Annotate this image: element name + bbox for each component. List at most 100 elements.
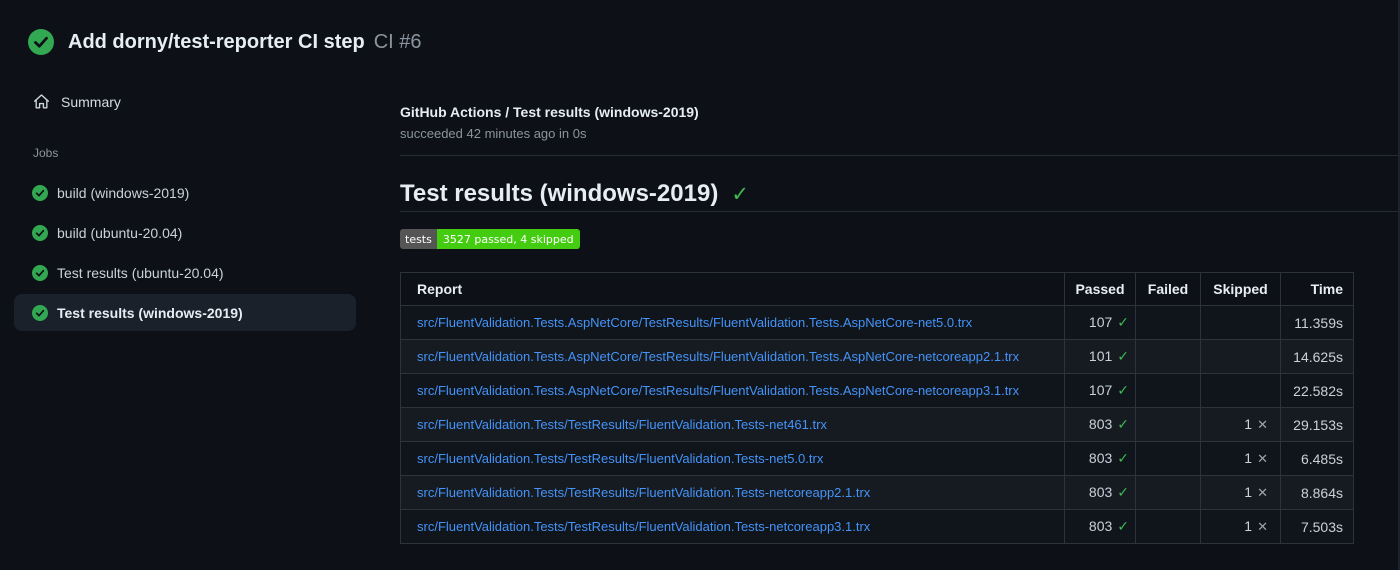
skipped-cell: 1 ✕: [1200, 407, 1281, 442]
check-circle-icon: [32, 224, 48, 241]
failed-cell: [1135, 339, 1201, 374]
check-icon: ✓: [1117, 450, 1129, 466]
column-header-skipped: Skipped: [1200, 272, 1281, 306]
sidebar-item-summary[interactable]: Summary: [33, 93, 121, 110]
cross-icon: ✕: [1257, 519, 1268, 534]
job-label: build (ubuntu-20.04): [57, 224, 183, 241]
check-run-page: Add dorny/test-reporter CI step CI #6 Sum…: [0, 0, 1400, 570]
report-cell: src/FluentValidation.Tests/TestResults/F…: [400, 441, 1065, 476]
report-link[interactable]: src/FluentValidation.Tests.AspNetCore/Te…: [417, 349, 1019, 364]
passed-cell: 107 ✓: [1064, 373, 1136, 408]
time-cell: 22.582s: [1280, 373, 1354, 408]
passed-cell: 803 ✓: [1064, 441, 1136, 476]
run-number: CI #6: [373, 30, 422, 53]
table-row: src/FluentValidation.Tests/TestResults/F…: [400, 407, 1354, 442]
skipped-count: 1: [1244, 450, 1253, 466]
failed-cell: [1135, 475, 1201, 510]
check-icon: ✓: [1117, 348, 1129, 364]
check-name: GitHub Actions / Test results (windows-2…: [400, 104, 699, 120]
report-link[interactable]: src/FluentValidation.Tests/TestResults/F…: [417, 417, 827, 432]
passed-count: 803: [1088, 484, 1113, 500]
column-header-time: Time: [1280, 272, 1354, 306]
passed-cell: 107 ✓: [1064, 305, 1136, 340]
tests-badge: tests 3527 passed, 4 skipped: [400, 229, 580, 249]
passed-cell: 101 ✓: [1064, 339, 1136, 374]
table-header-row: Report Passed Failed Skipped Time: [400, 272, 1354, 306]
report-link[interactable]: src/FluentValidation.Tests/TestResults/F…: [417, 451, 823, 466]
report-cell: src/FluentValidation.Tests/TestResults/F…: [400, 509, 1065, 544]
report-link[interactable]: src/FluentValidation.Tests.AspNetCore/Te…: [417, 315, 972, 330]
check-icon: ✓: [1117, 518, 1129, 534]
section-title-row: Test results (windows-2019) ✓: [400, 180, 749, 208]
check-circle-icon: [32, 264, 48, 281]
check-icon: ✓: [1117, 484, 1129, 500]
passed-count: 803: [1088, 416, 1113, 432]
check-circle-icon: [32, 184, 48, 201]
sidebar-item-test-results-windows[interactable]: Test results (windows-2019): [14, 294, 356, 331]
check-circle-icon: [32, 304, 48, 321]
report-cell: src/FluentValidation.Tests/TestResults/F…: [400, 407, 1065, 442]
skipped-cell: [1200, 339, 1281, 374]
time-cell: 7.503s: [1280, 509, 1354, 544]
sidebar-item-build-windows[interactable]: build (windows-2019): [14, 174, 356, 211]
time-cell: 8.864s: [1280, 475, 1354, 510]
time-cell: 11.359s: [1280, 305, 1354, 340]
sidebar-item-test-results-ubuntu[interactable]: Test results (ubuntu-20.04): [14, 254, 356, 291]
failed-cell: [1135, 305, 1201, 340]
table-row: src/FluentValidation.Tests.AspNetCore/Te…: [400, 305, 1354, 340]
skipped-cell: 1 ✕: [1200, 475, 1281, 510]
table-row: src/FluentValidation.Tests.AspNetCore/Te…: [400, 373, 1354, 408]
table-row: src/FluentValidation.Tests/TestResults/F…: [400, 509, 1354, 544]
run-header: Add dorny/test-reporter CI step CI #6: [28, 29, 422, 55]
failed-cell: [1135, 373, 1201, 408]
skipped-cell: [1200, 373, 1281, 408]
cross-icon: ✕: [1257, 451, 1268, 466]
job-label: Test results (ubuntu-20.04): [57, 264, 224, 281]
skipped-count: 1: [1244, 484, 1253, 500]
failed-cell: [1135, 509, 1201, 544]
column-header-report: Report: [400, 272, 1065, 306]
divider: [400, 211, 1400, 212]
jobs-heading: Jobs: [33, 146, 59, 160]
badge-value: 3527 passed, 4 skipped: [436, 229, 580, 249]
passed-count: 803: [1088, 450, 1113, 466]
check-icon: ✓: [731, 182, 749, 206]
failed-cell: [1135, 407, 1201, 442]
report-cell: src/FluentValidation.Tests.AspNetCore/Te…: [400, 339, 1065, 374]
time-cell: 14.625s: [1280, 339, 1354, 374]
table-row: src/FluentValidation.Tests.AspNetCore/Te…: [400, 339, 1354, 374]
skipped-cell: 1 ✕: [1200, 509, 1281, 544]
failed-cell: [1135, 441, 1201, 476]
check-circle-icon: [28, 29, 54, 55]
passed-cell: 803 ✓: [1064, 407, 1136, 442]
table-row: src/FluentValidation.Tests/TestResults/F…: [400, 475, 1354, 510]
report-cell: src/FluentValidation.Tests.AspNetCore/Te…: [400, 305, 1065, 340]
skipped-cell: [1200, 305, 1281, 340]
summary-label: Summary: [61, 93, 121, 110]
section-title: Test results (windows-2019): [400, 180, 719, 207]
column-header-failed: Failed: [1135, 272, 1201, 306]
report-link[interactable]: src/FluentValidation.Tests/TestResults/F…: [417, 519, 870, 534]
cross-icon: ✕: [1257, 417, 1268, 432]
column-header-passed: Passed: [1064, 272, 1136, 306]
check-icon: ✓: [1117, 314, 1129, 330]
run-title: Add dorny/test-reporter CI step: [68, 30, 365, 53]
job-label: build (windows-2019): [57, 184, 190, 201]
passed-cell: 803 ✓: [1064, 475, 1136, 510]
check-status: succeeded 42 minutes ago in 0s: [400, 126, 587, 141]
report-cell: src/FluentValidation.Tests/TestResults/F…: [400, 475, 1065, 510]
jobs-list: build (windows-2019) build (ubuntu-20.04…: [14, 174, 356, 334]
passed-count: 107: [1088, 314, 1113, 330]
badge-label: tests: [400, 229, 437, 249]
home-icon: [34, 94, 49, 109]
passed-count: 107: [1088, 382, 1113, 398]
skipped-cell: 1 ✕: [1200, 441, 1281, 476]
time-cell: 6.485s: [1280, 441, 1354, 476]
test-results-table: Report Passed Failed Skipped Time src/Fl…: [400, 272, 1354, 544]
divider: [400, 155, 1400, 156]
report-link[interactable]: src/FluentValidation.Tests/TestResults/F…: [417, 485, 870, 500]
report-link[interactable]: src/FluentValidation.Tests.AspNetCore/Te…: [417, 383, 1019, 398]
check-icon: ✓: [1117, 416, 1129, 432]
skipped-count: 1: [1244, 518, 1253, 534]
sidebar-item-build-ubuntu[interactable]: build (ubuntu-20.04): [14, 214, 356, 251]
